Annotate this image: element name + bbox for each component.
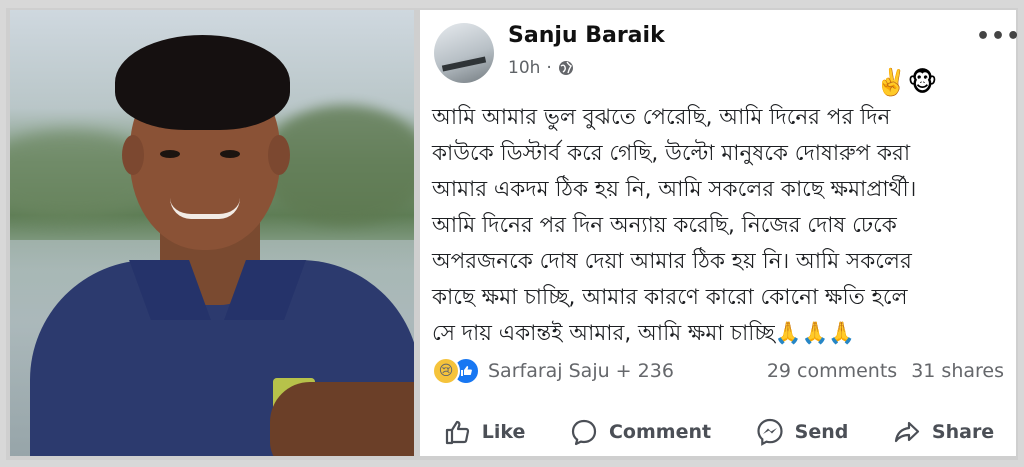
- comment-button[interactable]: Comment: [569, 417, 711, 447]
- author-avatar[interactable]: [434, 23, 494, 83]
- author-name[interactable]: Sanju Baraik: [508, 23, 665, 48]
- send-button[interactable]: Send: [755, 417, 849, 447]
- header-emojis: ✌️🐵: [875, 68, 938, 98]
- shares-count[interactable]: 31 shares: [911, 360, 1004, 382]
- send-label: Send: [794, 421, 849, 443]
- profile-photo: [10, 10, 414, 456]
- like-button[interactable]: Like: [442, 417, 526, 447]
- more-options-icon[interactable]: •••: [976, 24, 1021, 49]
- globe-icon: [558, 61, 573, 75]
- post-card: Sanju Baraik 10h · ••• ✌️🐵 আমি আমার ভুল …: [420, 10, 1020, 456]
- reactors-count[interactable]: Sarfaraj Saju + 236: [488, 360, 674, 382]
- care-reaction-icon: 😢: [432, 357, 460, 385]
- messenger-icon: [757, 418, 783, 446]
- post-meta: 10h ·: [508, 58, 574, 78]
- thumbs-up-icon: [445, 420, 469, 445]
- action-bar: Like Comment Send Share: [420, 410, 1016, 454]
- post-time[interactable]: 10h: [508, 58, 540, 78]
- post-stats: 😢 Sarfaraj Saju + 236 29 comments 31 sha…: [432, 357, 1004, 385]
- comment-label: Comment: [608, 421, 712, 443]
- like-label: Like: [481, 421, 526, 443]
- reaction-icons[interactable]: 😢: [432, 357, 480, 385]
- share-label: Share: [931, 421, 995, 443]
- comments-count[interactable]: 29 comments: [767, 360, 897, 382]
- post-body: আমি আমার ভুল বুঝতে পেরেছি, আমি দিনের পর …: [432, 105, 917, 346]
- comment-bubble-icon: [571, 419, 597, 446]
- meta-separator: ·: [546, 58, 552, 78]
- share-button[interactable]: Share: [892, 417, 994, 447]
- share-arrow-icon: [894, 421, 920, 443]
